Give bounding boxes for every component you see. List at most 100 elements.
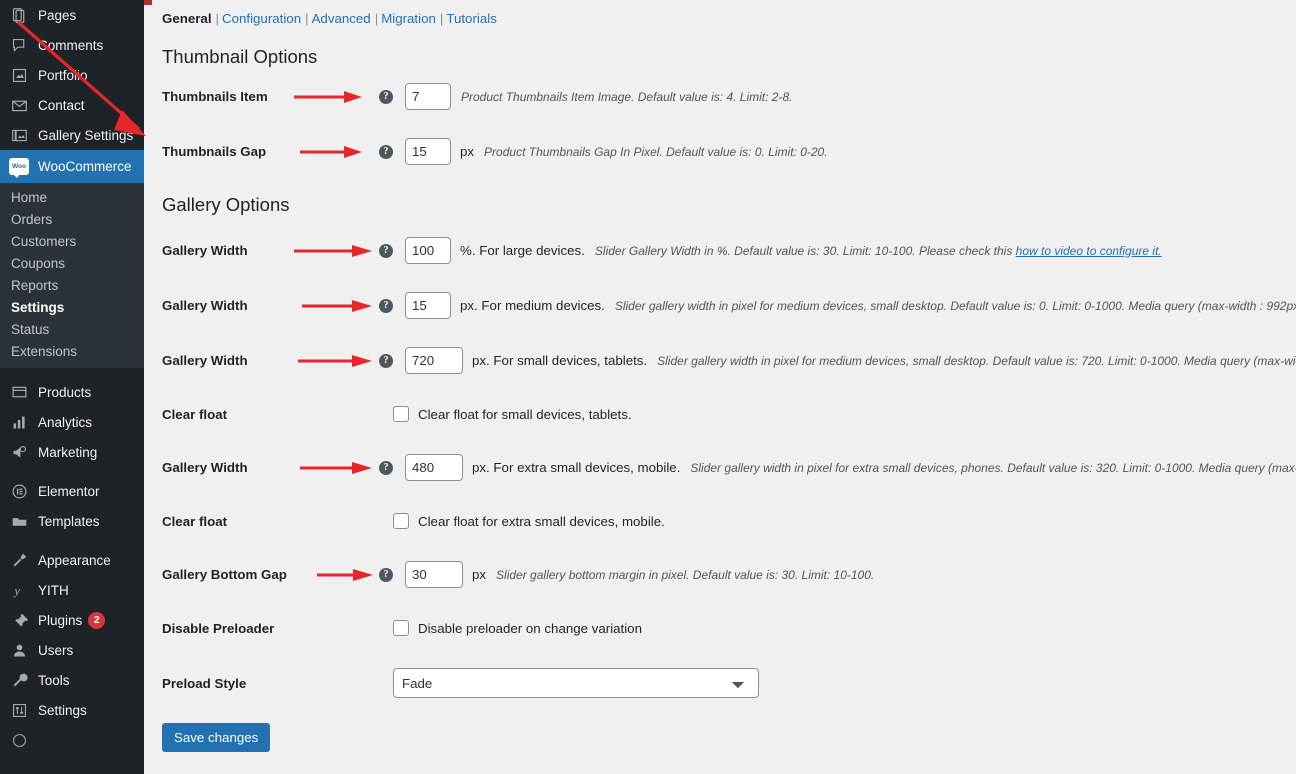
- tab-tutorials[interactable]: Tutorials: [446, 11, 497, 26]
- sidebar-item-portfolio[interactable]: Portfolio: [0, 60, 144, 90]
- annotation-arrow: [294, 241, 379, 261]
- gallery-options-heading: Gallery Options: [162, 193, 1296, 217]
- help-icon[interactable]: ?: [379, 90, 393, 104]
- how-to-video-link[interactable]: how to video to configure it.: [1016, 244, 1162, 258]
- gallery-bottom-gap-input[interactable]: [405, 561, 463, 588]
- sidebar-item-appearance[interactable]: Appearance: [0, 545, 144, 575]
- sidebar-item-partial[interactable]: [0, 725, 144, 755]
- annotation-arrow: [317, 565, 379, 585]
- submenu-item-status[interactable]: Status: [0, 318, 144, 340]
- settings-content: General|Configuration|Advanced|Migration…: [144, 0, 1296, 774]
- sidebar-label: Tools: [38, 673, 70, 688]
- sidebar-item-marketing[interactable]: Marketing: [0, 437, 144, 467]
- pages-icon: [9, 5, 29, 25]
- admin-sidebar: Pages Comments Portfolio Contact Gallery: [0, 0, 144, 774]
- tools-icon: [9, 670, 29, 690]
- marketing-icon: [9, 442, 29, 462]
- help-icon[interactable]: ?: [379, 568, 393, 582]
- clear-float-small-checkbox-group: Clear float for small devices, tablets.: [393, 406, 632, 422]
- sidebar-item-pages[interactable]: Pages: [0, 0, 144, 30]
- sidebar-item-woocommerce[interactable]: Woo WooCommerce: [0, 150, 144, 183]
- sidebar-item-comments[interactable]: Comments: [0, 30, 144, 60]
- desc-text: Slider Gallery Width in %. Default value…: [595, 244, 1016, 258]
- submenu-item-home[interactable]: Home: [0, 186, 144, 208]
- sidebar-item-analytics[interactable]: Analytics: [0, 407, 144, 437]
- sidebar-label: Products: [38, 385, 91, 400]
- gallery-width-large-input[interactable]: [405, 237, 451, 264]
- help-icon[interactable]: ?: [379, 244, 393, 258]
- sidebar-label: WooCommerce: [38, 159, 132, 174]
- disable-preloader-checkbox-group: Disable preloader on change variation: [393, 620, 642, 636]
- sidebar-item-yith[interactable]: y YITH: [0, 575, 144, 605]
- sidebar-item-tools[interactable]: Tools: [0, 665, 144, 695]
- annotation-arrow: [294, 458, 379, 478]
- field-description: Product Thumbnails Item Image. Default v…: [461, 90, 792, 104]
- field-label: Disable Preloader: [162, 621, 317, 636]
- clear-float-xs-checkbox[interactable]: [393, 513, 409, 529]
- field-row-clear-float-small: Clear float Clear float for small device…: [162, 402, 1296, 426]
- field-description: Slider gallery width in pixel for medium…: [657, 354, 1296, 368]
- submenu-item-extensions[interactable]: Extensions: [0, 340, 144, 362]
- sidebar-label: Users: [38, 643, 73, 658]
- save-changes-button[interactable]: Save changes: [162, 723, 270, 752]
- sidebar-label: Contact: [38, 98, 85, 113]
- sidebar-item-contact[interactable]: Contact: [0, 90, 144, 120]
- thumbnails-item-input[interactable]: [405, 83, 451, 110]
- woocommerce-icon: Woo: [9, 157, 29, 177]
- comments-icon: [9, 35, 29, 55]
- tab-advanced[interactable]: Advanced: [312, 11, 371, 26]
- field-row-clear-float-xs: Clear float Clear float for extra small …: [162, 509, 1296, 533]
- field-row-thumbnails-item: Thumbnails Item ? Product Thumbnails Ite…: [162, 83, 1296, 110]
- field-label: Gallery Bottom Gap: [162, 567, 317, 582]
- sidebar-item-settings[interactable]: Settings: [0, 695, 144, 725]
- gallery-width-small-input[interactable]: [405, 347, 463, 374]
- field-label: Thumbnails Gap: [162, 144, 294, 159]
- clear-float-small-checkbox[interactable]: [393, 406, 409, 422]
- decorative-marker: [144, 0, 152, 5]
- field-description: Slider gallery width in pixel for extra …: [690, 461, 1296, 475]
- gallery-icon: [9, 125, 29, 145]
- sidebar-label: Gallery Settings: [38, 128, 133, 143]
- submenu-item-orders[interactable]: Orders: [0, 208, 144, 230]
- submenu-item-settings[interactable]: Settings: [0, 296, 144, 318]
- collapse-icon: [9, 730, 29, 750]
- submenu-item-customers[interactable]: Customers: [0, 230, 144, 252]
- help-icon[interactable]: ?: [379, 145, 393, 159]
- sidebar-label: Settings: [38, 703, 87, 718]
- sidebar-item-users[interactable]: Users: [0, 635, 144, 665]
- sidebar-item-plugins[interactable]: Plugins 2: [0, 605, 144, 635]
- checkbox-label: Clear float for extra small devices, mob…: [418, 514, 665, 529]
- preload-style-select[interactable]: Fade: [393, 668, 759, 698]
- field-label: Gallery Width: [162, 460, 294, 475]
- sidebar-item-templates[interactable]: Templates: [0, 506, 144, 536]
- help-icon[interactable]: ?: [379, 299, 393, 313]
- tab-configuration[interactable]: Configuration: [222, 11, 301, 26]
- gallery-width-xs-input[interactable]: [405, 454, 463, 481]
- sidebar-item-elementor[interactable]: Elementor: [0, 476, 144, 506]
- help-icon[interactable]: ?: [379, 461, 393, 475]
- sidebar-label: Analytics: [38, 415, 92, 430]
- appearance-icon: [9, 550, 29, 570]
- field-row-gallery-width-small: Gallery Width ? px. For small devices, t…: [162, 347, 1296, 374]
- annotation-arrow: [294, 296, 379, 316]
- sidebar-label: Comments: [38, 38, 103, 53]
- products-icon: [9, 382, 29, 402]
- disable-preloader-checkbox[interactable]: [393, 620, 409, 636]
- thumbnail-options-heading: Thumbnail Options: [162, 45, 1296, 69]
- plugins-update-count: 2: [88, 612, 105, 629]
- sidebar-label: Pages: [38, 8, 76, 23]
- sidebar-item-products[interactable]: Products: [0, 377, 144, 407]
- field-unit: px. For extra small devices, mobile.: [472, 460, 680, 475]
- submenu-item-reports[interactable]: Reports: [0, 274, 144, 296]
- help-icon[interactable]: ?: [379, 354, 393, 368]
- sidebar-item-gallery-settings[interactable]: Gallery Settings: [0, 120, 144, 150]
- tab-separator: |: [440, 11, 443, 26]
- sidebar-label: Elementor: [38, 484, 100, 499]
- tab-general[interactable]: General: [162, 11, 212, 26]
- tab-migration[interactable]: Migration: [381, 11, 436, 26]
- gallery-width-medium-input[interactable]: [405, 292, 451, 319]
- admin-page: Pages Comments Portfolio Contact Gallery: [0, 0, 1296, 774]
- submenu-item-coupons[interactable]: Coupons: [0, 252, 144, 274]
- thumbnails-gap-input[interactable]: [405, 138, 451, 165]
- field-row-gallery-width-large: Gallery Width ? %. For large devices. Sl…: [162, 237, 1296, 264]
